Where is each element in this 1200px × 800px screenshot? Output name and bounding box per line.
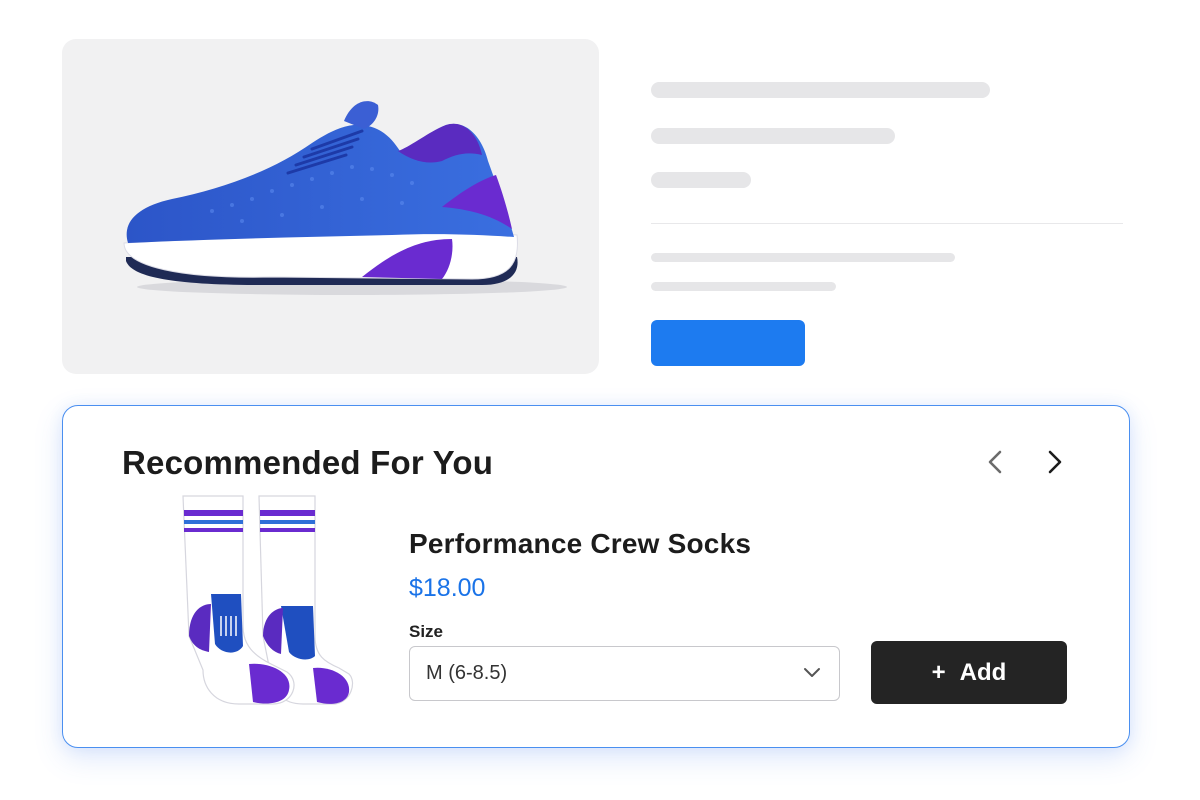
subtitle-placeholder (651, 128, 895, 144)
carousel-next-button[interactable] (1039, 446, 1071, 478)
size-select[interactable]: M (6-8.5) (409, 646, 840, 701)
add-to-cart-button[interactable]: + Add (871, 641, 1067, 704)
add-button-label: Add (959, 658, 1007, 686)
price-placeholder (651, 172, 751, 188)
product-name[interactable]: Performance Crew Socks (409, 528, 751, 560)
title-placeholder (651, 82, 990, 98)
size-label: Size (409, 622, 444, 641)
recommendation-card: Recommended For You Performance Crew Soc… (62, 405, 1130, 748)
chevron-left-icon (988, 450, 1002, 474)
primary-action-button[interactable] (651, 320, 805, 366)
description-placeholder-line-1 (651, 253, 955, 262)
product-price: $18.00 (409, 574, 486, 602)
carousel-prev-button[interactable] (979, 446, 1011, 478)
divider (651, 223, 1123, 224)
plus-icon: + (931, 658, 946, 686)
size-selected-value: M (6-8.5) (426, 662, 508, 684)
recommendation-title: Recommended For You (122, 444, 494, 481)
description-placeholder-line-2 (651, 282, 836, 291)
chevron-down-icon (804, 668, 820, 677)
chevron-right-icon (1048, 450, 1062, 474)
product-image (62, 39, 599, 374)
running-shoe-image (123, 101, 567, 295)
socks-image (182, 495, 354, 705)
